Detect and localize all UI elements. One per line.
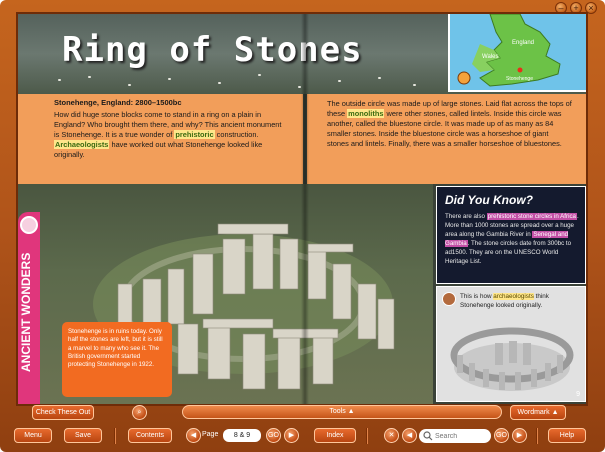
tools-bar: Check These Out ⌕ Tools ▲ Wordmark ▲ [0,404,605,422]
magnifier-icon[interactable]: ⌕ [132,405,147,420]
search-box[interactable] [419,429,491,443]
close-icon[interactable]: × [585,2,597,14]
contents-button[interactable]: Contents [128,428,172,443]
glossary-link-prehistoric[interactable]: prehistoric [174,130,215,139]
help-button[interactable]: Help [548,428,586,443]
menu-button[interactable]: Menu [14,428,52,443]
audio-icon[interactable] [442,292,456,306]
index-button[interactable]: Index [314,428,356,443]
right-paragraph: The outside circle was made up of large … [327,99,572,148]
ruins-callout: Stonehenge is in ruins today. Only half … [62,322,172,397]
navigation-bar: Menu Save Contents ◀ GO ▶ Index ✕ ◀ GO ▶… [0,425,605,447]
search-back-icon[interactable]: ◀ [402,428,417,443]
divider [536,428,538,444]
glossary-link-archaeologists-2[interactable]: archaeologists [493,293,534,300]
app-window: – + × Ring of Stones Wales England Stone… [0,0,605,452]
book-spread: Ring of Stones Wales England Stonehenge … [18,14,586,404]
tools-button[interactable]: Tools ▲ [182,405,502,419]
reconstruction-caption: This is how archaeologists think Stonehe… [460,293,549,309]
side-tab-label: ANCIENT WONDERS [19,252,33,372]
left-text-panel: Stonehenge, England: 2800–1500bc How did… [18,94,303,184]
previous-page-icon[interactable]: ◀ [186,428,201,443]
map-label-england: England [512,40,534,46]
page-label: Page [202,431,219,438]
go-page-button[interactable]: GO [266,428,281,443]
uk-map: Wales England Stonehenge [448,14,586,92]
page-gutter [301,14,309,404]
save-button[interactable]: Save [64,428,102,443]
reconstruction-illustration [450,327,574,391]
search-icon [423,431,433,441]
go-search-button[interactable]: GO [494,428,509,443]
divider [114,428,116,444]
glossary-link-archaeologists[interactable]: Archaeologists [54,140,110,149]
map-label-stonehenge: Stonehenge [506,76,533,82]
close-search-icon[interactable]: ✕ [384,428,399,443]
ancient-wonders-tab[interactable]: ANCIENT WONDERS [18,212,40,404]
did-you-know-text: There are also prehistoric stone circles… [445,213,579,265]
did-you-know-box: Did You Know? There are also prehistoric… [436,186,586,284]
left-paragraph: How did huge stone blocks come to stand … [54,110,282,159]
map-label-wales: Wales [482,54,498,60]
page-number: 9 [576,391,580,398]
page-title: Ring of Stones [62,30,363,70]
glossary-link-africa[interactable]: prehistoric stone circles in Africa [486,213,578,220]
glossary-link-monoliths[interactable]: monoliths [347,109,385,118]
search-input[interactable] [435,430,489,442]
reconstruction-panel: This is how archaeologists think Stonehe… [436,286,586,402]
search-next-icon[interactable]: ▶ [512,428,527,443]
page-number-field[interactable]: 8 & 9 [223,429,261,442]
divider [366,428,368,444]
page-subheading: Stonehenge, England: 2800–1500bc [54,98,182,107]
right-text-panel: The outside circle was made up of large … [307,94,586,184]
minimize-icon[interactable]: – [555,2,567,14]
maximize-icon[interactable]: + [570,2,582,14]
wordmark-button[interactable]: Wordmark ▲ [510,405,566,420]
did-you-know-title: Did You Know? [445,193,533,207]
next-page-icon[interactable]: ▶ [284,428,299,443]
check-these-out-button[interactable]: Check These Out [32,405,94,420]
